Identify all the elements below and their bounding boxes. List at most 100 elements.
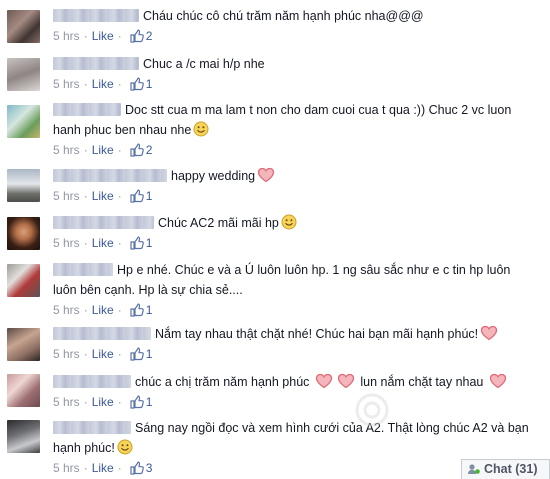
comment-text-continued: luôn bên cạnh. Hp là sự chia sẻ.... (53, 283, 243, 297)
comment-text: Sáng nay ngồi đọc và xem hình cưới của A… (135, 421, 529, 435)
watermark-logo (355, 393, 389, 427)
avatar[interactable] (7, 58, 40, 91)
like-count[interactable]: 1 (146, 347, 153, 361)
comment-text-line: luôn bên cạnh. Hp là sự chia sẻ.... (53, 280, 546, 300)
comment-text: Cháu chúc cô chú trăm năm hạnh phúc nha@… (143, 9, 424, 23)
comment-time[interactable]: 5 hrs (53, 143, 80, 157)
smiley-icon (193, 121, 209, 137)
heart-icon (257, 167, 275, 183)
thumbs-up-icon[interactable] (130, 347, 144, 361)
commenter-name[interactable] (53, 9, 139, 22)
comment-text-line: chúc a chị trăm năm hạnh phúc lun nắm ch… (53, 372, 546, 392)
like-count[interactable]: 2 (146, 29, 153, 43)
chat-bar[interactable]: Chat (31) (461, 459, 550, 479)
like-count[interactable]: 1 (146, 189, 153, 203)
comment-time[interactable]: 5 hrs (53, 236, 80, 250)
thumbs-up-icon[interactable] (130, 461, 144, 475)
comment-text: Nắm tay nhau thật chặt nhé! Chúc hai bạn… (155, 327, 479, 341)
like-count[interactable]: 1 (146, 303, 153, 317)
comment-text-line: hạnh phúc! (53, 438, 546, 458)
chat-status-icon (468, 464, 480, 474)
commenter-name[interactable] (53, 375, 131, 388)
comment-time[interactable]: 5 hrs (53, 189, 80, 203)
like-link[interactable]: Like (92, 461, 114, 475)
comment-text-line: Cháu chúc cô chú trăm năm hạnh phúc nha@… (53, 6, 546, 26)
avatar[interactable] (7, 105, 40, 138)
comment-meta: 5 hrs · Like · 1 (53, 236, 153, 250)
comment-time[interactable]: 5 hrs (53, 29, 80, 43)
comment-text-line: Nắm tay nhau thật chặt nhé! Chúc hai bạn… (53, 324, 546, 344)
comment-text-line: Sáng nay ngồi đọc và xem hình cưới của A… (53, 418, 546, 438)
commenter-name[interactable] (53, 327, 151, 340)
thumbs-up-icon[interactable] (130, 189, 144, 203)
thumbs-up-icon[interactable] (130, 303, 144, 317)
comment-meta: 5 hrs · Like · 1 (53, 395, 153, 409)
like-count[interactable]: 1 (146, 236, 153, 250)
comment-meta: 5 hrs · Like · 1 (53, 303, 153, 317)
commenter-name[interactable] (53, 421, 131, 434)
comment-list: Cháu chúc cô chú trăm năm hạnh phúc nha@… (0, 0, 550, 479)
thumbs-up-icon[interactable] (130, 395, 144, 409)
comment-text-line: Chuc a /c mai h/p nhe (53, 54, 546, 74)
avatar[interactable] (7, 328, 40, 361)
comment-item: Cháu chúc cô chú trăm năm hạnh phúc nha@… (0, 6, 550, 52)
comment-text: Hp e nhé. Chúc e và a Ú luôn luôn hp. 1 … (117, 263, 511, 277)
comment-text-line: Chúc AC2 mãi mãi hp (53, 213, 546, 233)
avatar[interactable] (7, 169, 40, 202)
thumbs-up-icon[interactable] (130, 236, 144, 250)
avatar[interactable] (7, 264, 40, 297)
thumbs-up-icon[interactable] (130, 29, 144, 43)
avatar[interactable] (7, 217, 40, 250)
comment-item: Hp e nhé. Chúc e và a Ú luôn luôn hp. 1 … (0, 260, 550, 320)
commenter-name[interactable] (53, 216, 154, 229)
chat-online-count: (31) (515, 462, 538, 476)
like-link[interactable]: Like (92, 395, 114, 409)
commenter-name[interactable] (53, 169, 167, 182)
comment-meta: 5 hrs · Like · 1 (53, 189, 153, 203)
avatar[interactable] (7, 10, 40, 43)
like-count[interactable]: 3 (146, 461, 153, 475)
comment-item: Doc stt cua m ma lam t non cho dam cuoi … (0, 100, 550, 160)
heart-icon (337, 373, 355, 389)
heart-icon (480, 325, 498, 341)
comment-item: Nắm tay nhau thật chặt nhé! Chúc hai bạn… (0, 324, 550, 368)
like-link[interactable]: Like (92, 77, 114, 91)
like-count[interactable]: 1 (146, 77, 153, 91)
avatar[interactable] (7, 374, 40, 407)
comment-text-line: Hp e nhé. Chúc e và a Ú luôn luôn hp. 1 … (53, 260, 546, 280)
comment-text-line: happy wedding (53, 166, 546, 186)
heart-icon (315, 373, 333, 389)
comment-time[interactable]: 5 hrs (53, 395, 80, 409)
comment-text-line: Doc stt cua m ma lam t non cho dam cuoi … (53, 100, 546, 120)
smiley-icon (117, 439, 133, 455)
comment-time[interactable]: 5 hrs (53, 461, 80, 475)
like-count[interactable]: 1 (146, 395, 153, 409)
like-link[interactable]: Like (92, 236, 114, 250)
comment-meta: 5 hrs · Like · 1 (53, 347, 153, 361)
comment-time[interactable]: 5 hrs (53, 347, 80, 361)
commenter-name[interactable] (53, 103, 121, 116)
thumbs-up-icon[interactable] (130, 77, 144, 91)
comment-text: chúc a chị trăm năm hạnh phúc (135, 375, 310, 389)
comment-text: Chúc AC2 mãi mãi hp (158, 216, 279, 230)
comment-text: happy wedding (171, 169, 256, 183)
comment-text-continued: hạnh phúc! (53, 441, 115, 455)
comment-item: Chúc AC2 mãi mãi hp 5 hrs · Like · 1 (0, 213, 550, 257)
comment-item: Chuc a /c mai h/p nhe 5 hrs · Like · 1 (0, 54, 550, 98)
comment-time[interactable]: 5 hrs (53, 77, 80, 91)
comment-item: happy wedding 5 hrs · Like · 1 (0, 166, 550, 210)
comment-meta: 5 hrs · Like · 2 (53, 143, 153, 157)
like-link[interactable]: Like (92, 143, 114, 157)
like-link[interactable]: Like (92, 303, 114, 317)
commenter-name[interactable] (53, 263, 113, 276)
like-link[interactable]: Like (92, 29, 114, 43)
comment-time[interactable]: 5 hrs (53, 303, 80, 317)
comment-meta: 5 hrs · Like · 2 (53, 29, 153, 43)
like-count[interactable]: 2 (146, 143, 153, 157)
commenter-name[interactable] (53, 57, 139, 70)
like-link[interactable]: Like (92, 347, 114, 361)
smiley-icon (281, 214, 297, 230)
thumbs-up-icon[interactable] (130, 143, 144, 157)
avatar[interactable] (7, 420, 40, 453)
like-link[interactable]: Like (92, 189, 114, 203)
